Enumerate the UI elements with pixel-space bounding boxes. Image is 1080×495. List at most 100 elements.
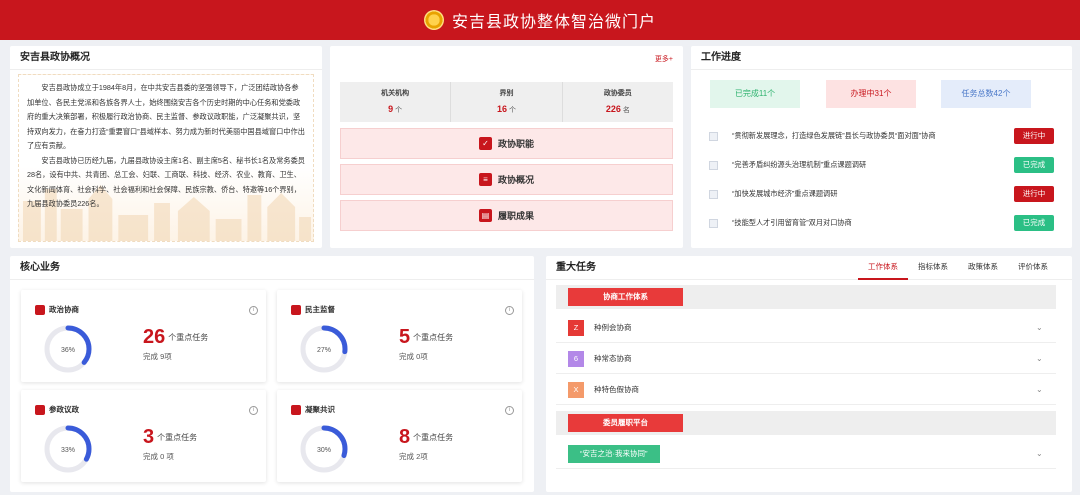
- progress-title: 工作进度: [691, 46, 1072, 70]
- task-count-line: 26 个重点任务: [143, 326, 208, 349]
- task-count: 8: [399, 426, 411, 448]
- chevron-down-icon[interactable]: ⌄: [1036, 323, 1056, 332]
- task-row[interactable]: “加快发展城市经济”重点课题调研 进行中: [709, 186, 1054, 202]
- list-item[interactable]: Z 种例会协商 ⌄: [556, 313, 1056, 343]
- stat-sectors: 界别 16 个: [451, 82, 563, 122]
- page-title: 安吉县政协整体智治微门户: [451, 14, 656, 31]
- stat-value: 9: [388, 104, 394, 114]
- stat-agencies: 机关机构 9 个: [340, 82, 452, 122]
- task-text: “贯彻新发展理念，打造绿色发展链”县长与政协委员“面对面”协商: [732, 131, 936, 140]
- total-chip[interactable]: 任务总数42个: [941, 80, 1031, 108]
- achievements-button-label: 履职成果: [497, 211, 534, 221]
- progress-panel: 工作进度 已完成11个 办理中31个 任务总数42个 “贯彻新发展理念，打造绿色…: [691, 46, 1072, 248]
- card-democratic-supervision[interactable]: 民主监督 i 27% 5 个重点任务 完成 0项: [277, 290, 522, 382]
- intro-panel: 安吉县政协概况 安吉县政协成立于1984年8月，在中共安吉县委的坚强领导下，广泛…: [10, 46, 322, 248]
- overview-button[interactable]: ≡ 政协概况: [340, 164, 673, 195]
- major-tasks-panel: 重大任务 工作体系 指标体系 政策体系 评价体系 协商工作体系 Z 种例会协商 …: [546, 256, 1072, 492]
- chevron-down-icon[interactable]: ⌄: [1036, 385, 1056, 394]
- task-status-badge: 已完成: [1014, 157, 1054, 173]
- functions-button[interactable]: ✓ 政协职能: [340, 128, 673, 159]
- list-item[interactable]: 6 种常态协商 ⌄: [556, 344, 1056, 374]
- ring-percent: 33%: [61, 447, 75, 454]
- card-title: 参政议政: [35, 404, 79, 415]
- member-platform-button[interactable]: 委员履职平台: [568, 414, 683, 432]
- row-badge: X: [568, 381, 584, 398]
- card-title: 凝聚共识: [291, 404, 335, 415]
- progress-ring: 27%: [300, 325, 348, 373]
- functions-button-label: 政协职能: [497, 139, 534, 149]
- tab-evaluation-system[interactable]: 评价体系: [1008, 256, 1058, 280]
- task-status-badge: 进行中: [1014, 186, 1054, 202]
- stat-label: 界别: [499, 90, 514, 97]
- consultation-icon: [35, 304, 45, 315]
- group-header: 委员履职平台: [556, 411, 1056, 435]
- card-name: 参政议政: [49, 405, 79, 414]
- task-text: “加快发展城市经济”重点课题调研: [732, 189, 838, 198]
- tab-policy-system[interactable]: 政策体系: [958, 256, 1008, 280]
- row-badge: Z: [568, 319, 584, 336]
- card-political-consultation[interactable]: 政治协商 i 36% 26 个重点任务 完成 9项: [21, 290, 266, 382]
- overview-button-label: 政协概况: [497, 175, 534, 185]
- intro-paragraph-1: 安吉县政协成立于1984年8月，在中共安吉县委的坚强领导下，广泛团结政协各参加单…: [27, 83, 305, 150]
- tab-indicator-system[interactable]: 指标体系: [908, 256, 958, 280]
- task-checkbox[interactable]: [709, 160, 718, 170]
- info-icon[interactable]: i: [249, 306, 258, 315]
- cppcc-emblem-icon: [423, 10, 444, 30]
- chevron-down-icon[interactable]: ⌄: [1036, 354, 1056, 363]
- intro-title: 安吉县政协概况: [10, 46, 322, 70]
- overview-panel: 更多+ 机关机构 9 个 界别 16 个 政协委员 226 名 ✓ 政协职能 ≡…: [330, 46, 683, 248]
- platform-chip[interactable]: “安吉之治·我来协同”: [568, 444, 660, 463]
- major-tabs: 工作体系 指标体系 政策体系 评价体系: [858, 256, 1058, 280]
- task-count: 26: [143, 326, 166, 348]
- task-row[interactable]: “完善矛盾纠纷源头治理机制”重点课题调研 已完成: [709, 157, 1054, 173]
- supervision-icon: [291, 304, 301, 315]
- info-icon[interactable]: i: [505, 306, 514, 315]
- core-title: 核心业务: [10, 256, 534, 280]
- task-row[interactable]: “技能型人才引用留育管”双月对口协商 已完成: [709, 215, 1054, 231]
- info-icon[interactable]: i: [505, 406, 514, 415]
- task-text: “技能型人才引用留育管”双月对口协商: [732, 218, 852, 227]
- card-participation[interactable]: 参政议政 i 33% 3 个重点任务 完成 0 项: [21, 390, 266, 482]
- task-row[interactable]: “贯彻新发展理念，打造绿色发展链”县长与政协委员“面对面”协商 进行中: [709, 128, 1054, 144]
- ring-percent: 27%: [317, 347, 331, 354]
- group-header: 协商工作体系: [556, 285, 1056, 309]
- stat-value-line: 16 个: [451, 104, 561, 115]
- list-item[interactable]: “安吉之治·我来协同” ⌄: [556, 439, 1056, 469]
- row-label: 种例会协商: [594, 323, 632, 332]
- stat-unit: 个: [395, 107, 403, 114]
- tab-work-system[interactable]: 工作体系: [858, 256, 908, 280]
- task-checkbox[interactable]: [709, 218, 718, 228]
- achievements-button[interactable]: ▤ 履职成果: [340, 200, 673, 231]
- task-count-line: 3 个重点任务: [143, 426, 197, 449]
- ring-percent: 36%: [61, 347, 75, 354]
- card-consensus[interactable]: 凝聚共识 i 30% 8 个重点任务 完成 2项: [277, 390, 522, 482]
- info-icon[interactable]: i: [249, 406, 258, 415]
- consensus-icon: [291, 404, 301, 415]
- completed-chip[interactable]: 已完成11个: [710, 80, 800, 108]
- stat-unit: 名: [622, 107, 630, 114]
- intro-paragraph-2: 安吉县政协已历经九届，九届县政协设主席1名、副主席5名、秘书长1名及常务委员28…: [27, 155, 305, 209]
- chevron-down-icon[interactable]: ⌄: [1036, 449, 1056, 458]
- stat-label: 政协委员: [603, 90, 632, 97]
- done-count: 完成 0 项: [143, 452, 174, 461]
- task-count-line: 8 个重点任务: [399, 426, 453, 449]
- shield-check-icon: ✓: [478, 137, 492, 150]
- consultation-system-button[interactable]: 协商工作体系: [568, 288, 683, 306]
- task-unit: 个重点任务: [168, 333, 209, 342]
- stat-label: 机关机构: [381, 90, 410, 97]
- task-checkbox[interactable]: [709, 189, 718, 199]
- in-progress-chip[interactable]: 办理中31个: [826, 80, 916, 108]
- app-header: 安吉县政协整体智治微门户: [0, 0, 1080, 40]
- participation-icon: [35, 404, 45, 415]
- task-status-badge: 已完成: [1014, 215, 1054, 231]
- book-icon: ▤: [478, 209, 492, 222]
- row-label: 种特色假协商: [594, 385, 639, 394]
- task-unit: 个重点任务: [157, 433, 198, 442]
- document-icon: ≡: [478, 173, 492, 186]
- more-link[interactable]: 更多+: [655, 54, 673, 64]
- stat-value: 226: [605, 104, 621, 114]
- progress-ring: 30%: [300, 425, 348, 473]
- task-checkbox[interactable]: [709, 131, 718, 141]
- task-status-badge: 进行中: [1014, 128, 1054, 144]
- list-item[interactable]: X 种特色假协商 ⌄: [556, 375, 1056, 405]
